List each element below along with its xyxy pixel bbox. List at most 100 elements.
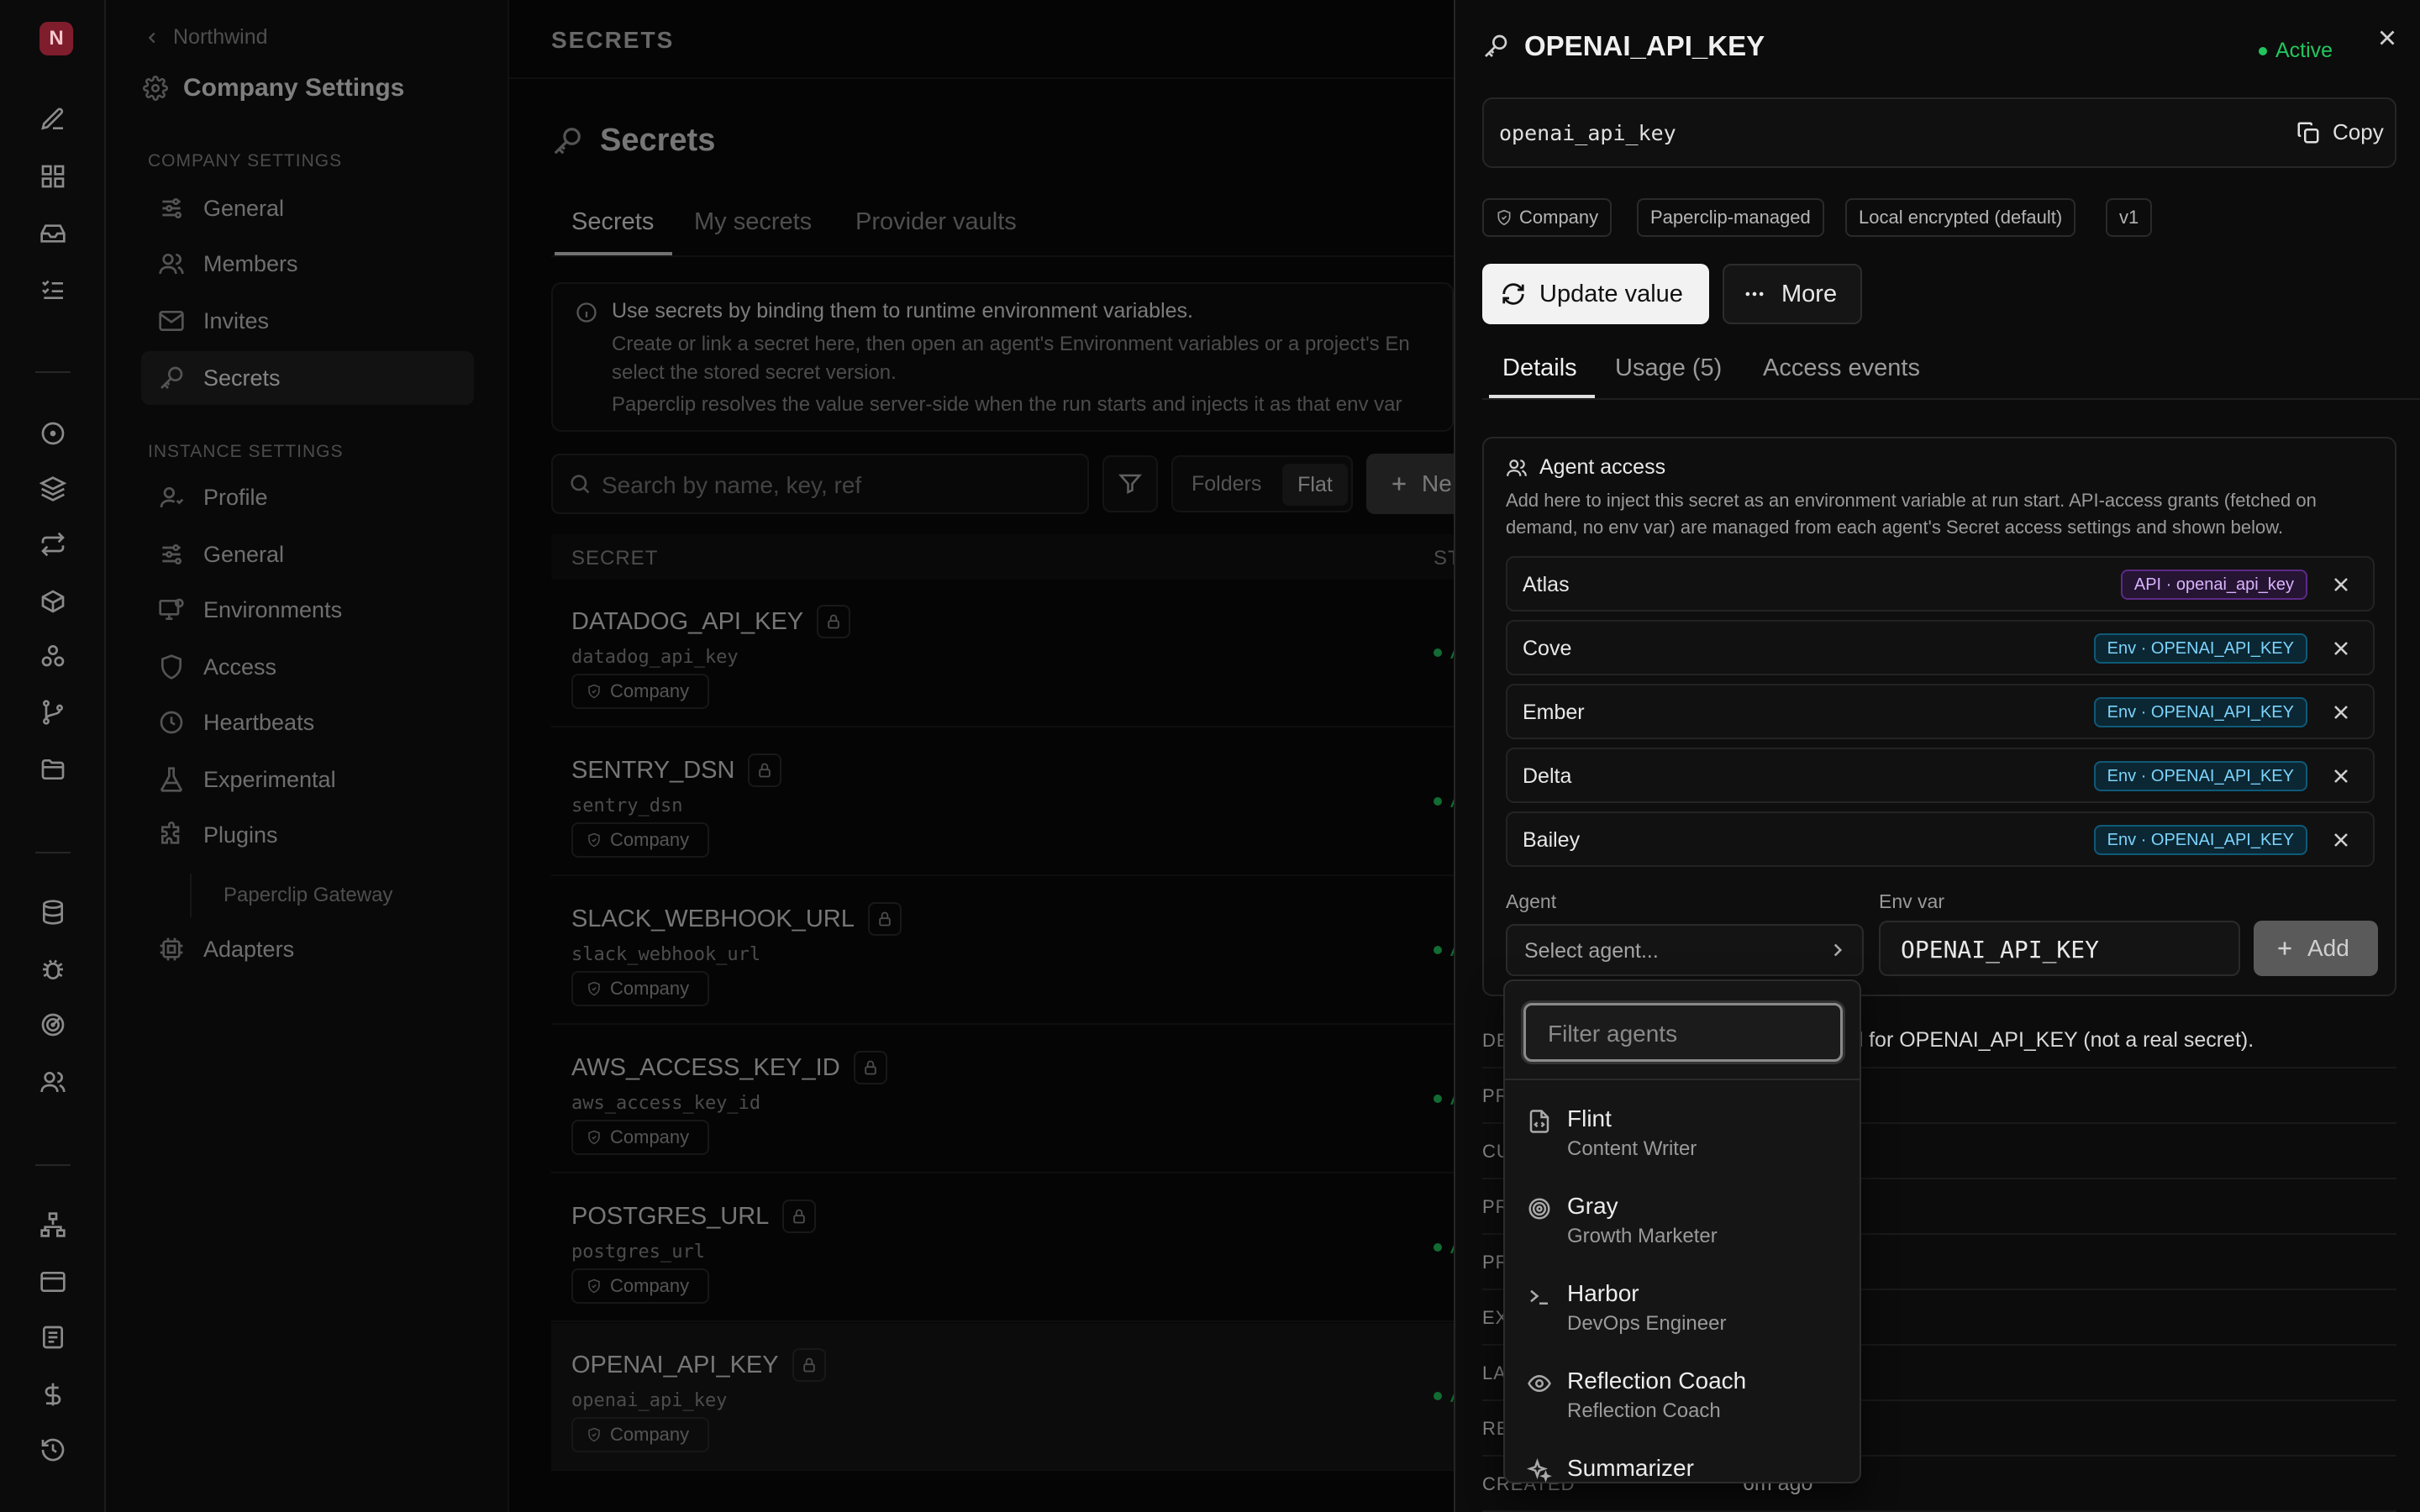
grant-agent-name: Ember xyxy=(1523,701,1585,724)
close-icon xyxy=(2329,828,2353,852)
browser-icon[interactable] xyxy=(39,1268,66,1295)
agent-grant-row: Atlas API · openai_api_key xyxy=(1506,556,2375,612)
grant-tag: Env · OPENAI_API_KEY xyxy=(2093,697,2307,727)
remove-grant-button[interactable] xyxy=(2329,764,2353,788)
copy-label: Copy xyxy=(2333,119,2384,144)
checklist-icon[interactable] xyxy=(39,276,66,302)
close-button[interactable] xyxy=(2375,25,2400,50)
close-icon xyxy=(2329,764,2353,788)
tab-access-events[interactable]: Access events xyxy=(1763,354,1920,382)
layers-icon[interactable] xyxy=(39,475,66,502)
refresh-icon xyxy=(1501,281,1526,307)
scope-label: Company xyxy=(1519,207,1599,228)
tab-details[interactable]: Details xyxy=(1502,354,1577,382)
ellipsis-icon xyxy=(1743,282,1766,306)
more-button[interactable]: More xyxy=(1723,264,1862,324)
users-icon xyxy=(1506,457,1528,479)
close-icon xyxy=(2329,701,2353,724)
scope-pill: Company xyxy=(1482,198,1612,237)
agent-access-description: Add here to inject this secret as an env… xyxy=(1506,490,2317,538)
sparkles-icon xyxy=(1527,1458,1552,1482)
bug-icon[interactable] xyxy=(39,956,66,983)
dropdown-item-reflection-coach[interactable]: Reflection Coach Reflection Coach xyxy=(1505,1352,1860,1440)
dropdown-item-name: Flint xyxy=(1567,1105,1612,1131)
agent-dropdown: Filter agents Flint Content Writer Gray … xyxy=(1503,979,1861,1483)
git-branch-icon[interactable] xyxy=(39,699,66,726)
agent-access-title: Agent access xyxy=(1539,455,1666,479)
tab-usage[interactable]: Usage (5) xyxy=(1615,354,1722,382)
history-icon[interactable] xyxy=(39,1436,66,1463)
add-grant-label: Add xyxy=(2307,935,2349,961)
agent-grant-row: Delta Env · OPENAI_API_KEY xyxy=(1506,748,2375,803)
boxes-icon[interactable] xyxy=(39,643,66,670)
dropdown-item-gray[interactable]: Gray Growth Marketer xyxy=(1505,1178,1860,1265)
eye-icon xyxy=(1527,1371,1552,1396)
dropdown-item-role: Growth Marketer xyxy=(1567,1225,1718,1247)
package-icon[interactable] xyxy=(39,588,66,615)
copy-icon xyxy=(2296,120,2321,145)
version-pill: v1 xyxy=(2106,198,2153,237)
inbox-icon[interactable] xyxy=(39,220,66,247)
edit-icon[interactable] xyxy=(39,106,66,133)
remove-grant-button[interactable] xyxy=(2329,828,2353,852)
team-icon[interactable] xyxy=(39,1068,66,1095)
agent-access-heading: Agent access xyxy=(1506,455,1665,480)
grant-agent-name: Cove xyxy=(1523,637,1572,660)
grant-agent-name: Bailey xyxy=(1523,828,1581,852)
agent-grant-row: Cove Env · OPENAI_API_KEY xyxy=(1506,620,2375,675)
managed-pill: Paperclip-managed xyxy=(1637,198,1824,237)
filter-agents-input[interactable]: Filter agents xyxy=(1523,1003,1843,1062)
company-logo[interactable]: N xyxy=(39,22,73,55)
folder-icon[interactable] xyxy=(39,756,66,783)
agent-field-label: Agent xyxy=(1506,890,1557,912)
agent-access-card: Agent access Add here to inject this sec… xyxy=(1482,437,2396,996)
dropdown-item-summarizer[interactable]: Summarizer xyxy=(1505,1440,1860,1482)
radar-icon[interactable] xyxy=(39,1011,66,1038)
remove-grant-button[interactable] xyxy=(2329,573,2353,596)
circle-dot-icon[interactable] xyxy=(39,420,66,447)
dropdown-item-harbor[interactable]: Harbor DevOps Engineer xyxy=(1505,1265,1860,1352)
terminal-icon xyxy=(1527,1284,1552,1309)
file-code-icon xyxy=(1527,1109,1552,1134)
key-icon xyxy=(1482,33,1509,60)
icon-rail: N xyxy=(0,0,106,1512)
add-grant-button[interactable]: Add xyxy=(2254,921,2378,976)
database-icon[interactable] xyxy=(39,899,66,926)
more-label: More xyxy=(1781,280,1838,307)
drawer-tabs-divider xyxy=(1482,398,2420,400)
close-icon xyxy=(2375,25,2400,50)
modal-backdrop[interactable] xyxy=(106,0,1454,1512)
plus-icon xyxy=(2274,937,2296,959)
dollar-icon[interactable] xyxy=(39,1381,66,1408)
dashboard-icon[interactable] xyxy=(39,163,66,190)
agent-select-placeholder: Select agent... xyxy=(1524,939,1659,963)
dropdown-item-name: Harbor xyxy=(1567,1280,1639,1306)
grant-agent-name: Delta xyxy=(1523,764,1572,788)
repeat-icon[interactable] xyxy=(39,531,66,558)
agent-select[interactable]: Select agent... xyxy=(1506,924,1864,976)
close-icon xyxy=(2329,637,2353,660)
dropdown-item-name: Gray xyxy=(1567,1193,1618,1219)
dropdown-item-role: Reflection Coach xyxy=(1567,1399,1721,1422)
status-dot xyxy=(2259,46,2267,55)
remove-grant-button[interactable] xyxy=(2329,637,2353,660)
org-chart-icon[interactable] xyxy=(39,1211,66,1238)
grant-tag: Env · OPENAI_API_KEY xyxy=(2093,825,2307,855)
secret-key-value: openai_api_key xyxy=(1499,121,1676,145)
update-value-button[interactable]: Update value xyxy=(1482,264,1709,324)
storage-pill: Local encrypted (default) xyxy=(1845,198,2076,237)
drawer-title-label: OPENAI_API_KEY xyxy=(1524,30,1765,61)
secret-key-field: openai_api_key Copy xyxy=(1482,97,2396,168)
envvar-input[interactable]: OPENAI_API_KEY xyxy=(1879,921,2240,976)
document-icon[interactable] xyxy=(39,1324,66,1351)
drawer-title: OPENAI_API_KEY xyxy=(1482,30,1765,62)
dropdown-item-flint[interactable]: Flint Content Writer xyxy=(1505,1090,1860,1178)
update-value-label: Update value xyxy=(1539,280,1683,307)
dropdown-divider xyxy=(1505,1079,1860,1080)
dropdown-item-name: Reflection Coach xyxy=(1567,1368,1747,1394)
grant-agent-name: Atlas xyxy=(1523,573,1570,596)
remove-grant-button[interactable] xyxy=(2329,701,2353,724)
status-badge: Active xyxy=(2259,39,2333,63)
copy-button[interactable]: Copy xyxy=(2296,119,2384,145)
dropdown-item-name: Summarizer xyxy=(1567,1455,1694,1481)
